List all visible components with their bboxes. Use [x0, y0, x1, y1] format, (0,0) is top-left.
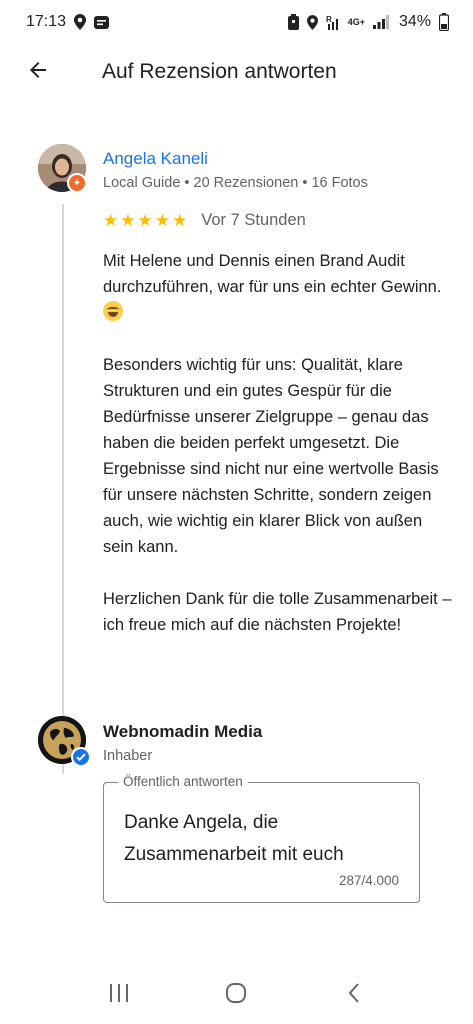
- rating-row: ★ ★ ★ ★ ★ Vor 7 Stunden: [103, 211, 306, 230]
- back-button[interactable]: [10, 44, 66, 100]
- location-icon: [74, 14, 87, 30]
- svg-text:R: R: [326, 15, 332, 24]
- thread-line: [62, 204, 64, 774]
- review-paragraph: Herzlichen Dank für die tolle Zusammenar…: [103, 590, 452, 634]
- home-icon: [225, 982, 247, 1009]
- arrow-back-icon: [26, 58, 50, 87]
- message-icon: [94, 15, 110, 29]
- location-icon: [306, 14, 318, 30]
- character-counter: 287/4.000: [338, 873, 399, 888]
- star-rating: ★ ★ ★ ★ ★: [103, 212, 187, 229]
- back-icon: [347, 982, 361, 1009]
- status-bar-right: R 4G+ 34%: [287, 13, 449, 31]
- page-title: Auf Rezension antworten: [102, 60, 337, 83]
- reviewer-name[interactable]: Angela Kaneli: [103, 149, 208, 169]
- star-icon: ★: [154, 211, 170, 230]
- review-time: Vor 7 Stunden: [201, 211, 306, 229]
- reply-input-text[interactable]: Danke Angela, die Zusammenarbeit mit euc…: [124, 807, 404, 871]
- smiling-face-emoji-icon: [103, 301, 123, 321]
- system-back-button[interactable]: [334, 975, 374, 1015]
- review-text: Mit Helene und Dennis einen Brand Audit …: [103, 248, 453, 638]
- status-bar: 17:13 R 4G+ 34%: [0, 0, 473, 44]
- owner-role: Inhaber: [103, 748, 153, 764]
- wifi-calling-icon: R: [326, 14, 340, 30]
- owner-name: Webnomadin Media: [103, 722, 263, 741]
- reply-field-label: Öffentlich antworten: [118, 774, 248, 789]
- star-icon: ★: [172, 211, 188, 230]
- system-navigation-bar: [0, 966, 473, 1024]
- review-paragraph: Besonders wichtig für uns: Qualität, kla…: [103, 356, 439, 556]
- star-icon: ★: [103, 211, 119, 230]
- battery-saver-icon: [287, 14, 299, 30]
- star-icon: ★: [120, 211, 136, 230]
- home-button[interactable]: [216, 975, 256, 1015]
- status-bar-left: 17:13: [26, 13, 110, 31]
- battery-level: 34%: [398, 13, 431, 30]
- reviewer-meta: Local Guide • 20 Rezensionen • 16 Fotos: [103, 175, 368, 191]
- star-icon: ★: [137, 211, 153, 230]
- review-paragraph: Mit Helene und Dennis einen Brand Audit …: [103, 248, 453, 326]
- reply-to-review-screen: 17:13 R 4G+ 34% Auf Rezension antworten …: [0, 0, 473, 1024]
- status-time: 17:13: [26, 13, 67, 30]
- local-guide-badge-icon: ✦: [67, 173, 87, 193]
- signal-icon: [372, 15, 389, 29]
- recent-apps-icon: [108, 983, 130, 1008]
- recent-apps-button[interactable]: [99, 975, 139, 1015]
- network-type: 4G+: [347, 16, 365, 27]
- battery-icon: [439, 13, 449, 31]
- public-reply-field[interactable]: Öffentlich antworten Danke Angela, die Z…: [103, 774, 420, 903]
- app-bar: Auf Rezension antworten: [0, 44, 473, 100]
- verified-check-icon: [71, 747, 91, 767]
